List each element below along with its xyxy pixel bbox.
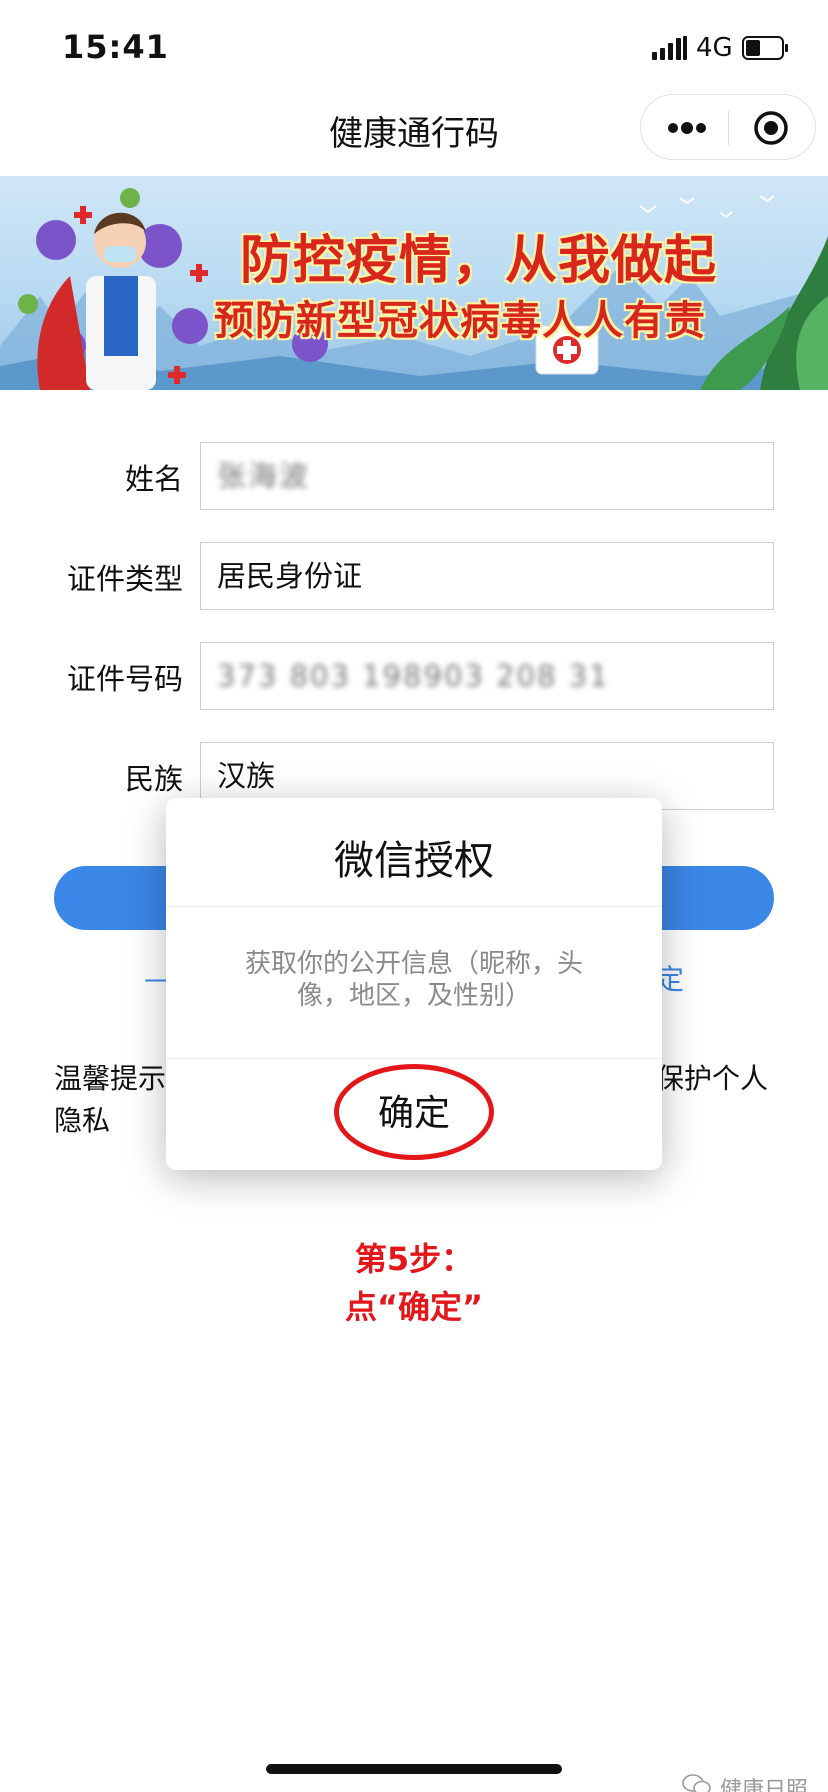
ethnicity-label: 民族: [124, 762, 183, 796]
name-row: 姓名 张海波: [0, 442, 828, 510]
id-number-label: 证件号码: [66, 662, 183, 696]
id-type-row: 证件类型 居民身份证: [0, 542, 828, 610]
battery-icon: [742, 36, 788, 60]
banner-headline: 防控疫情，从我做起: [240, 231, 718, 291]
capsule-divider: [728, 111, 729, 145]
tip-text: 温馨提示 隐私: [54, 1058, 166, 1142]
id-number-row: 证件号码 373 803 198903 208 31: [0, 642, 828, 710]
tip-line2: 隐私: [54, 1104, 111, 1137]
tip-text-right: 保护个人: [656, 1062, 769, 1095]
id-number-field[interactable]: 373 803 198903 208 31: [200, 642, 774, 710]
dialog-message: 获取你的公开信息（昵称，头像，地区，及性别）: [244, 949, 583, 1011]
tip-line1: 温馨提示: [54, 1062, 167, 1095]
home-indicator[interactable]: [266, 1764, 562, 1774]
signal-icon: [652, 36, 687, 60]
more-icon[interactable]: [667, 121, 707, 135]
status-bar: 15:41 4G: [0, 0, 828, 96]
id-type-select[interactable]: 居民身份证: [200, 542, 774, 610]
status-time: 15:41: [62, 28, 169, 66]
dialog-divider: [166, 1058, 662, 1059]
mini-program-capsule: [640, 94, 816, 160]
close-target-icon[interactable]: [753, 110, 789, 146]
id-number-value: 373 803 198903 208 31: [217, 659, 610, 693]
banner-subheadline: 预防新型冠状病毒人人有责: [214, 298, 706, 344]
dialog-divider: [166, 906, 662, 907]
wechat-icon: [682, 1774, 711, 1792]
id-type-label: 证件类型: [66, 562, 183, 596]
step-instruction-title: 第5步：: [354, 1240, 474, 1278]
step-instruction-text: 点“确定”: [344, 1288, 484, 1326]
name-field[interactable]: 张海波: [200, 442, 774, 510]
name-label: 姓名: [124, 462, 183, 496]
epidemic-banner: 防控疫情，从我做起 预防新型冠状病毒人人有责: [0, 176, 828, 390]
annotation-highlight-circle: [334, 1064, 494, 1160]
network-label: 4G: [696, 33, 733, 63]
watermark: 健康日照: [720, 1778, 809, 1792]
name-value: 张海波: [217, 459, 311, 493]
dialog-title: 微信授权: [334, 838, 494, 884]
